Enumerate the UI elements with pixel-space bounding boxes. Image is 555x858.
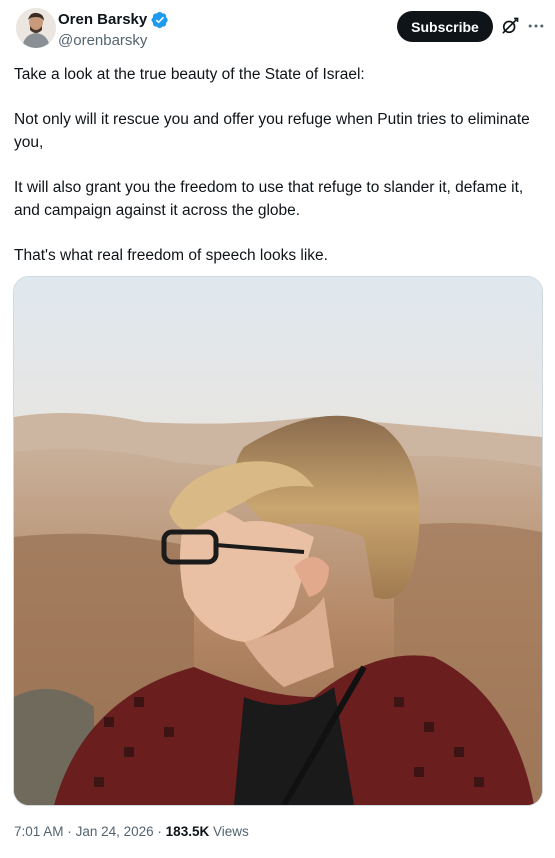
- author-handle[interactable]: @orenbarsky: [58, 32, 147, 50]
- tweet-paragraph: It will also grant you the freedom to us…: [14, 179, 524, 219]
- tweet-date[interactable]: Jan 24, 2026: [76, 824, 154, 839]
- tweet-meta: 7:01 AM · Jan 24, 2026 · 183.5K Views: [14, 823, 249, 841]
- views-label: Views: [212, 824, 249, 839]
- tweet-photo[interactable]: [13, 276, 543, 806]
- grok-icon[interactable]: [500, 16, 520, 36]
- meta-separator: ·: [157, 824, 162, 839]
- tweet-paragraph: That's what real freedom of speech looks…: [14, 247, 328, 264]
- tweet-paragraph: Not only will it rescue you and offer yo…: [14, 111, 530, 151]
- author-name-row: Oren Barsky: [58, 10, 169, 30]
- tweet-paragraph: Take a look at the true beauty of the St…: [14, 66, 365, 83]
- tweet-text: Take a look at the true beauty of the St…: [14, 63, 542, 289]
- tweet-header: Oren Barsky @orenbarsky Subscribe: [0, 0, 555, 58]
- author-display-name[interactable]: Oren Barsky: [58, 10, 147, 30]
- verified-badge-icon[interactable]: [151, 11, 169, 29]
- subscribe-button[interactable]: Subscribe: [397, 11, 493, 42]
- views-count: 183.5K: [165, 824, 210, 839]
- more-icon[interactable]: [526, 16, 546, 36]
- avatar[interactable]: [16, 8, 56, 48]
- tweet-time[interactable]: 7:01 AM: [14, 824, 64, 839]
- meta-separator: ·: [67, 824, 72, 839]
